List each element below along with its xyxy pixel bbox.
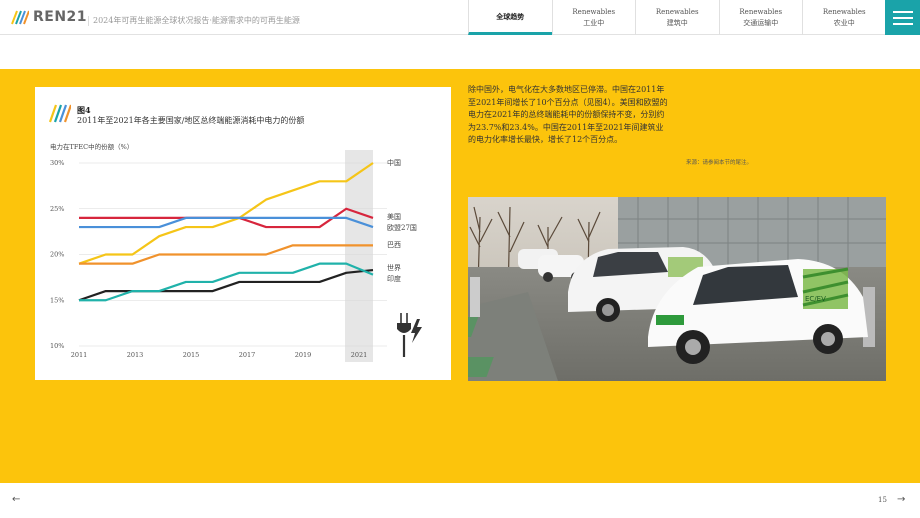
- tab-buildings[interactable]: Renewables 建筑中: [635, 0, 719, 35]
- series-label: 世界: [387, 263, 401, 272]
- series-line-世界: [78, 268, 374, 302]
- menu-bar: [892, 16, 913, 19]
- x-tick-label: 2015: [183, 351, 200, 359]
- series-label: 巴西: [387, 241, 401, 249]
- line-chart: 电力在TFEC中的份额（%） 10% 15% 20% 25% 30% 2011 2013 201…: [50, 142, 422, 362]
- next-page-arrow-icon[interactable]: →: [897, 494, 905, 505]
- x-tick-label: 2013: [127, 351, 144, 359]
- x-tick-label: 2019: [295, 351, 312, 359]
- electric-cars-photo: EC/EV: [468, 197, 886, 381]
- tab-line1: Renewables: [655, 7, 699, 16]
- series-label: 美国: [387, 212, 401, 221]
- body-paragraph: 除中国外，电气化在大多数地区已停滞。中国在2011年至2021年间增长了10个百…: [468, 85, 668, 144]
- page-number: 15: [878, 496, 887, 504]
- tab-line2: 全球趋势: [496, 11, 525, 21]
- logo-text: REN21: [33, 9, 88, 25]
- tab-line1: Renewables: [572, 7, 616, 16]
- hamburger-menu-icon[interactable]: [885, 0, 920, 35]
- series-line-中国: [78, 162, 374, 265]
- tab-industry[interactable]: Renewables 工业中: [551, 0, 636, 35]
- tab-global-trends[interactable]: 全球趋势: [468, 0, 552, 35]
- y-tick-label: 25%: [50, 205, 64, 213]
- prev-page-arrow-icon[interactable]: ←: [12, 494, 20, 505]
- section-nav: 全球趋势 Renewables 工业中 Renewables 建筑中 Renew…: [468, 0, 886, 35]
- ren21-logo[interactable]: REN21: [11, 9, 87, 25]
- tab-agriculture[interactable]: Renewables 农业中: [802, 0, 886, 35]
- series-label: 欧盟27国: [387, 223, 417, 232]
- y-tick-label: 30%: [50, 159, 64, 167]
- tab-transport[interactable]: Renewables 交通运输中: [718, 0, 803, 35]
- menu-bar: [892, 22, 913, 25]
- source-note: 来源：请参阅本节的尾注。: [686, 160, 753, 166]
- car-brand-label: EC/EV: [805, 295, 826, 303]
- x-tick-label: 2017: [239, 351, 256, 359]
- tab-line2: 农业中: [833, 18, 855, 27]
- menu-bar: [892, 10, 913, 13]
- series-line-印度: [79, 262, 374, 302]
- series-label: 中国: [387, 158, 401, 167]
- tab-line1: Renewables: [822, 7, 866, 16]
- tab-line1: Renewables: [739, 7, 783, 16]
- logo-stripes-icon: [11, 10, 29, 25]
- y-axis-label: 电力在TFEC中的份额（%）: [50, 142, 133, 151]
- y-tick-label: 10%: [50, 342, 64, 350]
- highlight-band-2021: [345, 150, 373, 362]
- tab-line2: 工业中: [583, 18, 605, 27]
- plug-lightning-icon: [397, 313, 422, 357]
- x-tick-label: 2011: [71, 351, 88, 359]
- top-header: REN21 2024年可再生能源全球状况报告·能源需求中的可再生能源 全球趋势 …: [0, 0, 920, 35]
- y-tick-label: 20%: [50, 251, 64, 259]
- figure-card: 图4 2011年至2021年各主要国家/地区总终端能源消耗中电力的份额 电力在T…: [35, 87, 451, 380]
- y-tick-label: 15%: [50, 296, 64, 304]
- report-subtitle: 2024年可再生能源全球状况报告·能源需求中的可再生能源: [88, 16, 300, 26]
- photo-illustration: EC/EV: [468, 197, 886, 381]
- x-tick-label: 2021: [351, 351, 368, 359]
- tab-line2: 交通运输中: [743, 18, 779, 27]
- series-label: 印度: [387, 274, 401, 283]
- tab-line2: 建筑中: [666, 18, 688, 27]
